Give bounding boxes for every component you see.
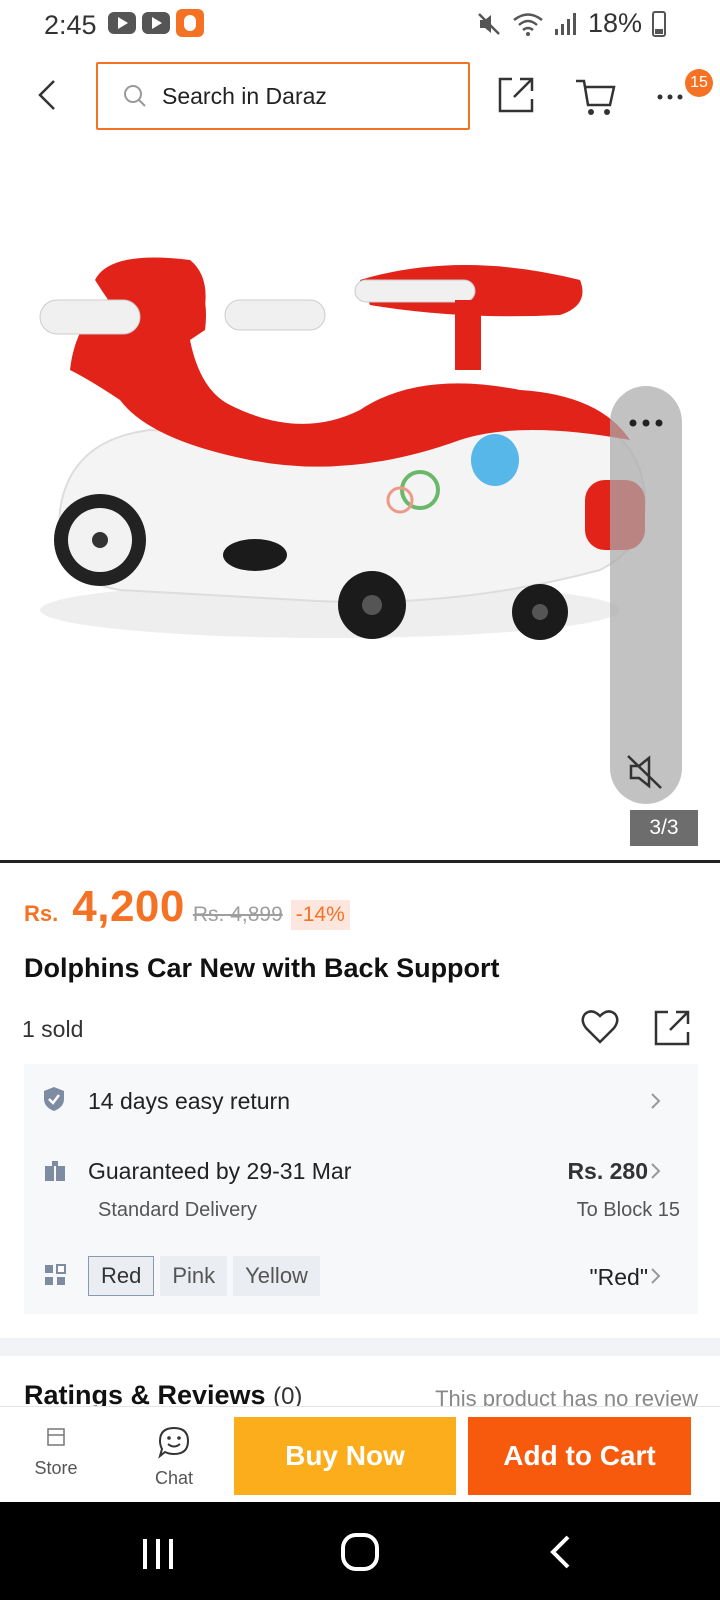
nav-back-icon[interactable] — [548, 1534, 574, 1570]
chat-button[interactable]: Chat — [146, 1425, 202, 1489]
delivery-location: To Block 15 — [576, 1199, 680, 1221]
sold-count: 1 sold — [22, 1016, 84, 1042]
search-icon — [124, 85, 146, 107]
home-icon[interactable] — [340, 1532, 380, 1572]
price-currency: Rs. — [24, 901, 59, 926]
signal-icon — [554, 12, 576, 35]
status-bar: 2:45 18% — [0, 0, 720, 50]
return-policy-text: 14 days easy return — [88, 1088, 291, 1114]
notification-badge: 15 — [685, 69, 713, 97]
product-share-button[interactable] — [652, 1008, 692, 1053]
section-divider — [0, 1338, 720, 1356]
return-policy-row[interactable]: 14 days easy return — [24, 1064, 698, 1134]
chat-smile-icon — [158, 1426, 190, 1459]
battery-percent: 18% — [587, 8, 642, 38]
speaker-mute-icon[interactable] — [625, 752, 667, 792]
chevron-right-icon — [651, 1093, 661, 1109]
delivery-box-icon — [45, 1161, 65, 1181]
back-button[interactable] — [30, 75, 66, 115]
buy-now-button[interactable]: Buy Now — [234, 1417, 456, 1495]
delivery-fee: Rs. 280 — [567, 1158, 648, 1184]
add-to-cart-button[interactable]: Add to Cart — [468, 1417, 691, 1495]
wishlist-button[interactable] — [580, 1008, 620, 1051]
gallery-divider — [0, 860, 720, 863]
variant-chip-yellow[interactable]: Yellow — [233, 1256, 320, 1296]
image-counter: 3/3 — [630, 810, 698, 846]
cart-button[interactable] — [574, 75, 618, 122]
variant-chip-red[interactable]: Red — [88, 1256, 155, 1296]
system-nav-bar — [0, 1502, 720, 1600]
current-price: 4,200 — [72, 882, 185, 931]
shield-check-icon — [44, 1087, 64, 1111]
delivery-guarantee: Guaranteed by 29-31 Mar — [88, 1158, 352, 1184]
chat-label: Chat — [154, 1468, 194, 1488]
share-icon — [498, 77, 534, 113]
discount-badge: -14% — [290, 900, 350, 930]
chevron-right-icon — [651, 1268, 661, 1284]
variant-chips: Red Pink Yellow — [88, 1256, 320, 1296]
cart-icon — [576, 79, 616, 115]
price-row: Rs. 4,200 Rs. 4,899 -14% — [24, 882, 350, 932]
variant-chip-pink[interactable]: Pink — [160, 1256, 228, 1296]
youtube-icon — [142, 12, 170, 34]
store-label: Store — [34, 1458, 78, 1478]
store-button[interactable]: Store — [28, 1425, 84, 1479]
youtube-icon — [108, 12, 136, 34]
share-icon — [654, 1010, 690, 1046]
search-placeholder: Search in Daraz — [162, 82, 327, 109]
original-price: Rs. 4,899 — [192, 903, 283, 926]
variant-grid-icon — [45, 1264, 66, 1285]
daraz-app-icon — [176, 9, 204, 37]
mute-icon — [478, 12, 500, 35]
product-title: Dolphins Car New with Back Support — [24, 953, 500, 983]
delivery-type: Standard Delivery — [98, 1199, 257, 1221]
search-input[interactable]: Search in Daraz — [96, 62, 470, 130]
product-info-card: 14 days easy return Guaranteed by 29-31 … — [24, 1064, 698, 1314]
chevron-right-icon — [651, 1163, 661, 1179]
wifi-icon — [513, 12, 543, 36]
back-arrow-icon — [38, 80, 55, 110]
recent-apps-icon[interactable] — [140, 1536, 176, 1572]
battery-icon — [652, 10, 666, 37]
status-time: 2:45 — [44, 10, 97, 40]
heart-icon — [581, 1010, 619, 1044]
share-button[interactable] — [496, 75, 536, 120]
bottom-action-bar: Store Chat Buy Now Add to Cart — [0, 1406, 720, 1502]
status-indicators: 18% — [476, 8, 666, 39]
store-icon — [47, 1428, 65, 1446]
selected-variant: "Red" — [589, 1264, 648, 1290]
more-dots-icon[interactable] — [627, 416, 665, 430]
top-app-bar: Search in Daraz 15 — [0, 55, 720, 135]
video-volume-panel[interactable] — [610, 386, 682, 804]
status-app-icons — [108, 9, 204, 37]
